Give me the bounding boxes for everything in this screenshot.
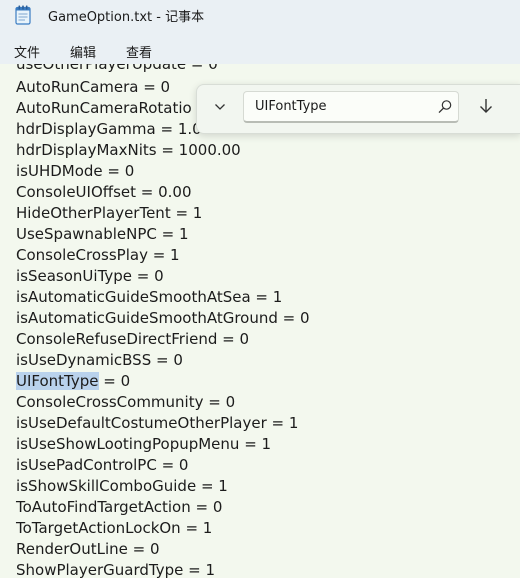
- text-line: UseSpawnableNPC = 1: [16, 225, 189, 243]
- arrow-down-icon: [477, 97, 495, 119]
- text-line: ConsoleRefuseDirectFriend = 0: [16, 330, 250, 348]
- find-next-button[interactable]: [473, 95, 499, 121]
- text-line: isUseShowLootingPopupMenu = 1: [16, 435, 272, 453]
- text-line: ToAutoFindTargetAction = 0: [16, 498, 223, 516]
- menu-edit[interactable]: 编辑: [70, 42, 96, 61]
- text-line-selected: UIFontType = 0: [16, 371, 130, 392]
- text-line: RenderOutLine = 0: [16, 540, 160, 558]
- text-line: ConsoleCrossCommunity = 0: [16, 393, 236, 411]
- text-line: ConsoleUIOffset = 0.00: [16, 183, 192, 201]
- text-line: ShowPlayerGuardType = 1: [16, 561, 215, 578]
- text-line: isAutomaticGuideSmoothAtSea = 1: [16, 288, 283, 306]
- text-line: AutoRunCamera = 0: [16, 78, 171, 96]
- window-title: GameOption.txt - 记事本: [48, 10, 205, 25]
- text-selection: UIFontType: [16, 372, 99, 390]
- text-line: isUHDMode = 0: [16, 162, 135, 180]
- find-panel: [196, 84, 520, 134]
- menu-bar: 文件 编辑 查看: [0, 32, 520, 64]
- toggle-replace-button[interactable]: [207, 95, 233, 121]
- text-line: isAutomaticGuideSmoothAtGround = 0: [16, 309, 310, 327]
- text-line: hdrDisplayMaxNits = 1000.00: [16, 141, 241, 159]
- text-line: ToTargetActionLockOn = 1: [16, 519, 213, 537]
- text-line: useOtherPlayerUpdate = 0: [16, 64, 218, 73]
- text-line: isShowSkillComboGuide = 1: [16, 477, 228, 495]
- menu-file[interactable]: 文件: [14, 42, 40, 61]
- notepad-icon: [15, 5, 31, 25]
- chevron-down-icon: [213, 99, 227, 118]
- text-line: hdrDisplayGamma = 1.00: [16, 120, 212, 138]
- text-line: AutoRunCameraRotatio: [16, 99, 192, 117]
- search-icon[interactable]: [437, 99, 453, 115]
- text-line: isUseDefaultCostumeOtherPlayer = 1: [16, 414, 299, 432]
- menu-view[interactable]: 查看: [126, 42, 152, 61]
- title-bar: GameOption.txt - 记事本: [0, 0, 520, 32]
- text-line: ConsoleCrossPlay = 1: [16, 246, 180, 264]
- text-line-rest: = 0: [98, 372, 131, 390]
- text-editor[interactable]: useOtherPlayerUpdate = 0 AutoRunCamera =…: [0, 64, 520, 578]
- text-line: isUseDynamicBSS = 0: [16, 351, 183, 369]
- find-input[interactable]: [243, 91, 459, 123]
- text-line: HideOtherPlayerTent = 1: [16, 204, 203, 222]
- text-line: isSeasonUiType = 0: [16, 267, 164, 285]
- text-line: isUsePadControlPC = 0: [16, 456, 189, 474]
